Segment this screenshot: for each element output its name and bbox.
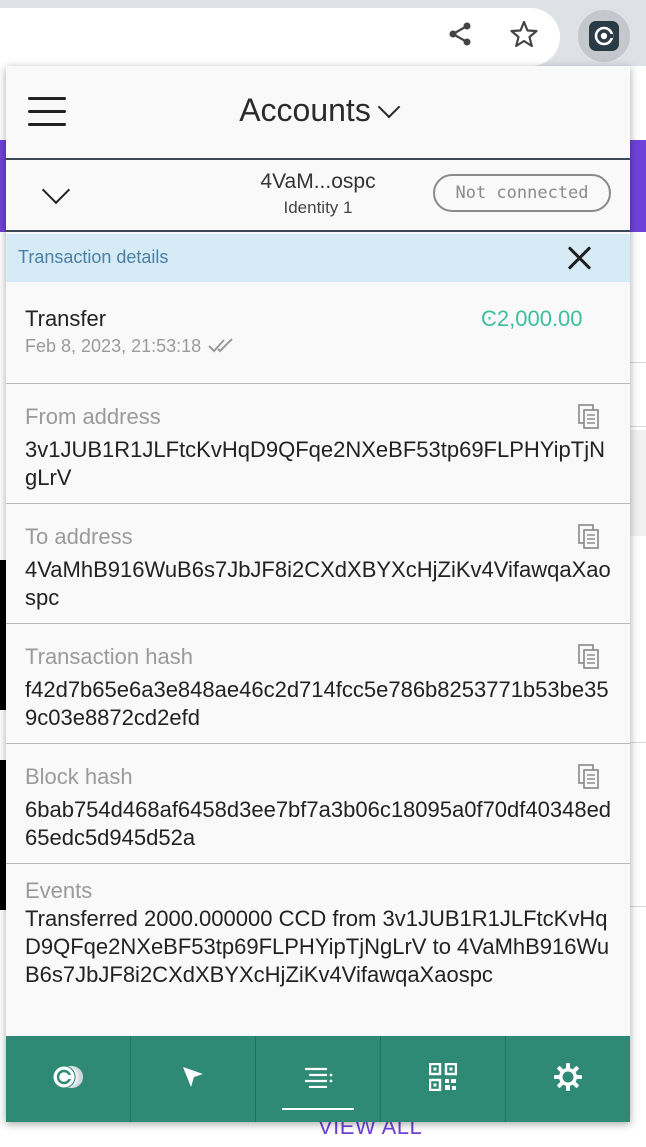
account-selector: 4VaM...ospc Identity 1 Not connected	[6, 162, 630, 232]
nav-accounts[interactable]	[6, 1036, 131, 1122]
copy-icon[interactable]	[578, 644, 600, 670]
transaction-date-text: Feb 8, 2023, 21:53:18	[25, 336, 202, 356]
from-address-label: From address	[25, 404, 161, 429]
block-hash-label: Block hash	[25, 764, 133, 789]
to-address-value: 4VaMhB916WuB6s7JbJF8i2CXdXBYXcHjZiKv4Vif…	[25, 557, 611, 610]
accounts-dropdown[interactable]: Accounts	[6, 92, 630, 129]
bg-divider	[630, 742, 646, 743]
extension-button[interactable]	[578, 10, 630, 62]
transaction-hash-value: f42d7b65e6a3e848ae46c2d714fcc5e786b82537…	[25, 677, 609, 730]
transaction-amount: Ͼ2,000.00	[481, 306, 583, 331]
transaction-type: Transfer	[25, 306, 107, 331]
nav-receive[interactable]	[381, 1036, 506, 1122]
transaction-details-title: Transaction details	[18, 247, 169, 267]
block-hash-section: Block hash 6bab754d468af6458d3ee7bf7a3b0…	[6, 744, 630, 864]
star-icon[interactable]	[504, 14, 544, 54]
to-address-section: To address 4VaMhB916WuB6s7JbJF8i2CXdXBYX…	[6, 504, 630, 624]
browser-toolbar	[0, 0, 646, 66]
chevron-down-icon	[377, 95, 401, 119]
bg-divider	[630, 426, 646, 427]
transaction-hash-label: Transaction hash	[25, 644, 193, 669]
copy-icon[interactable]	[578, 764, 600, 790]
bg-panel	[630, 430, 646, 536]
connection-status-badge[interactable]: Not connected	[433, 174, 611, 212]
transaction-summary: Transfer Ͼ2,000.00 Feb 8, 2023, 21:53:18	[6, 282, 630, 384]
share-icon[interactable]	[440, 14, 480, 54]
events-section: Events Transferred 2000.000000 CCD from …	[6, 864, 630, 1036]
copy-icon[interactable]	[578, 524, 600, 550]
block-hash-value: 6bab754d468af6458d3ee7bf7a3b06c18095a0f7…	[25, 797, 612, 850]
bg-banner	[630, 140, 646, 232]
finalized-double-check-icon	[207, 337, 237, 358]
transaction-date: Feb 8, 2023, 21:53:18	[25, 336, 237, 358]
bottom-navigation	[6, 1036, 630, 1122]
wallet-popup: Accounts 4VaM...ospc Identity 1 Not conn…	[6, 66, 630, 1122]
nav-settings[interactable]	[506, 1036, 630, 1122]
settings-gear-icon	[553, 1062, 583, 1097]
events-value: Transferred 2000.000000 CCD from 3v1JUB1…	[25, 906, 610, 987]
to-address-label: To address	[25, 524, 133, 549]
copy-icon[interactable]	[578, 404, 600, 430]
bg-divider	[630, 906, 646, 907]
qr-code-icon	[428, 1062, 458, 1096]
accounts-coin-icon	[50, 1064, 86, 1095]
from-address-value: 3v1JUB1R1JLFtcKvHqD9QFqe2NXeBF53tp69FLPH…	[25, 437, 605, 490]
page-title: Accounts	[239, 92, 371, 128]
from-address-section: From address 3v1JUB1R1JLFtcKvHqD9QFqe2NX…	[6, 384, 630, 504]
transaction-hash-section: Transaction hash f42d7b65e6a3e848ae46c2d…	[6, 624, 630, 744]
transaction-list-icon	[303, 1066, 333, 1093]
events-label: Events	[25, 878, 93, 903]
transaction-details-header: Transaction details	[6, 234, 630, 282]
send-cursor-icon	[180, 1064, 206, 1095]
nav-send[interactable]	[131, 1036, 256, 1122]
close-icon[interactable]	[566, 244, 594, 272]
bg-divider	[630, 362, 646, 363]
concordium-extension-icon	[589, 21, 619, 51]
nav-transactions[interactable]	[256, 1036, 381, 1122]
popup-header: Accounts	[6, 66, 630, 160]
